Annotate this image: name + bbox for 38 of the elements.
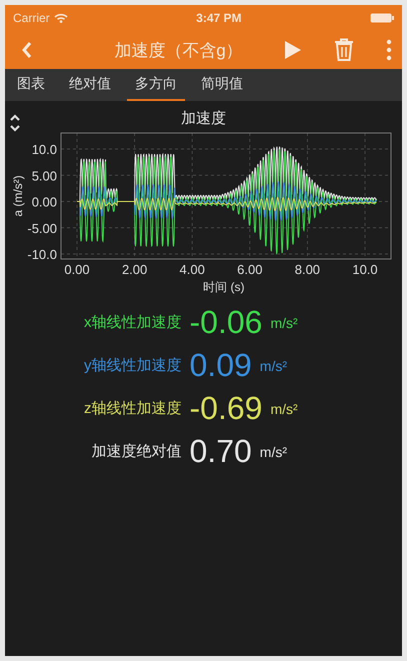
x-tick-label: 2.00 [122,262,148,277]
reading-value: 0.70 [190,433,252,470]
reading-label: y轴线性加速度 [83,356,182,375]
y-tick-label: 0.00 [32,194,57,210]
chart-title: 加速度 [181,109,226,128]
reading-label: 加速度绝对值 [90,442,182,461]
tab[interactable]: 绝对值 [61,69,119,101]
reading-value: -0.69 [190,390,262,427]
x-tick-label: 4.00 [180,262,205,277]
y-axis-label: a (m/s²) [11,175,25,217]
more-button[interactable] [384,37,394,63]
reading-label: x轴线性加速度 [83,313,182,332]
reading-value: 0.09 [190,347,252,384]
tab[interactable]: 多方向 [127,69,185,101]
reading-unit: m/s² [260,444,287,460]
battery-icon [370,13,394,23]
y-tick-label: -10.0 [27,247,57,262]
status-time: 3:47 PM [196,11,242,25]
x-axis-label: 时间 (s) [203,280,245,294]
wifi-icon [54,13,68,23]
y-tick-label: -5.00 [27,220,57,236]
tab[interactable]: 图表 [9,69,53,101]
x-tick-label: 8.00 [294,262,320,277]
nav-title: 加速度（不含g） [113,40,244,62]
reading-unit: m/s² [270,400,298,416]
reading-unit: m/s² [270,314,298,330]
trash-button[interactable] [332,36,356,64]
tab[interactable]: 简明值 [193,69,251,101]
expand-collapse-icon[interactable] [9,113,21,133]
reading-unit: m/s² [260,358,287,374]
x-tick-label: 6.00 [237,262,262,277]
carrier-text: Carrier [13,11,50,25]
x-tick-label: 10.0 [352,262,378,277]
x-tick-label: 0.00 [64,262,90,277]
reading-value: -0.06 [190,304,262,341]
y-tick-label: 10.0 [32,142,57,157]
reading-label: z轴线性加速度 [83,399,182,418]
y-tick-label: 5.00 [32,168,57,184]
